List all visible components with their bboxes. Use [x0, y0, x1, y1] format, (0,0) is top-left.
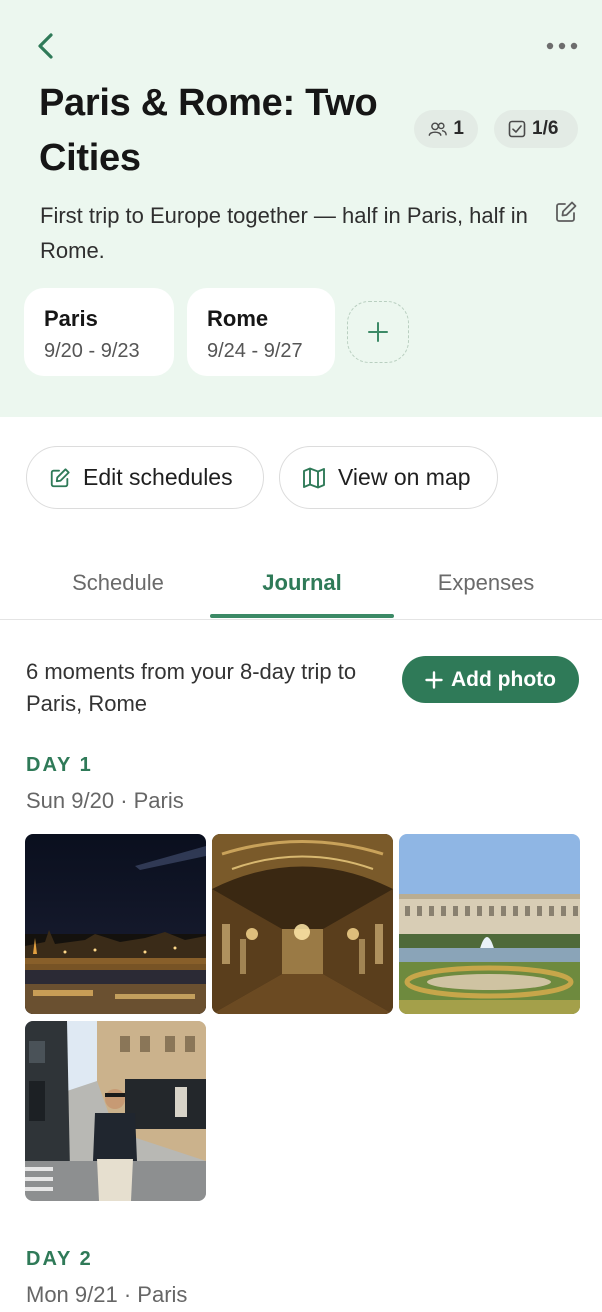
more-horizontal-icon — [546, 42, 578, 50]
tab-schedule[interactable]: Schedule — [26, 556, 210, 620]
view-on-map-label: View on map — [338, 464, 471, 490]
night-city-skyline-image — [25, 834, 206, 1014]
active-tab-indicator — [210, 614, 394, 618]
plus-icon — [368, 322, 388, 342]
day-date: Sun 9/20 · Paris — [26, 788, 184, 813]
back-button[interactable] — [28, 28, 64, 64]
view-on-map-button[interactable]: View on map — [279, 446, 498, 509]
street-portrait-photo[interactable] — [25, 1021, 206, 1201]
city-card-rome[interactable]: Rome 9/24 - 9/27 — [187, 288, 335, 376]
hall-of-mirrors-image — [212, 834, 393, 1014]
edit-icon — [556, 201, 577, 222]
city-name: Rome — [207, 306, 269, 331]
night-city-skyline-photo[interactable] — [25, 834, 206, 1014]
street-portrait-image — [25, 1021, 206, 1201]
plus-icon — [425, 670, 443, 689]
trip-description: First trip to Europe together — half in … — [40, 203, 528, 263]
users-icon — [428, 122, 447, 136]
city-dates: 9/20 - 9/23 — [44, 340, 140, 362]
palace-garden-fountain-image — [399, 834, 580, 1014]
tasks-badge[interactable]: 1/6 — [494, 110, 578, 148]
edit-description-button[interactable] — [552, 198, 580, 226]
more-options-button[interactable] — [540, 30, 584, 62]
add-photo-label: Add photo — [451, 667, 556, 691]
trip-title: Paris & Rome: Two Cities — [39, 82, 378, 179]
tasks-progress: 1/6 — [532, 118, 559, 139]
city-card-paris[interactable]: Paris 9/20 - 9/23 — [24, 288, 174, 376]
map-icon — [303, 467, 325, 488]
checkbox-icon — [508, 120, 526, 138]
tab-expenses[interactable]: Expenses — [394, 556, 578, 620]
palace-garden-fountain-photo[interactable] — [399, 834, 580, 1014]
edit-schedules-button[interactable]: Edit schedules — [26, 446, 264, 509]
chevron-left-icon — [38, 33, 53, 59]
add-city-button[interactable] — [347, 301, 409, 363]
day-date: Mon 9/21 · Paris — [26, 1282, 188, 1307]
journal-summary: 6 moments from your 8-day trip to Paris,… — [26, 659, 357, 716]
trip-header: Paris & Rome: Two Cities 1 1/6 First tri… — [0, 0, 602, 417]
city-name: Paris — [44, 306, 98, 331]
travelers-badge[interactable]: 1 — [414, 110, 478, 148]
day-label: DAY 1 — [26, 754, 93, 776]
travelers-count: 1 — [453, 118, 464, 139]
tab-bar: Schedule Journal Expenses — [0, 556, 602, 620]
city-dates: 9/24 - 9/27 — [207, 340, 303, 362]
edit-icon — [50, 467, 70, 487]
edit-schedules-label: Edit schedules — [83, 464, 233, 490]
tab-journal[interactable]: Journal — [210, 556, 394, 620]
hall-of-mirrors-photo[interactable] — [212, 834, 393, 1014]
add-photo-button[interactable]: Add photo — [402, 656, 579, 703]
day-label: DAY 2 — [26, 1248, 93, 1270]
